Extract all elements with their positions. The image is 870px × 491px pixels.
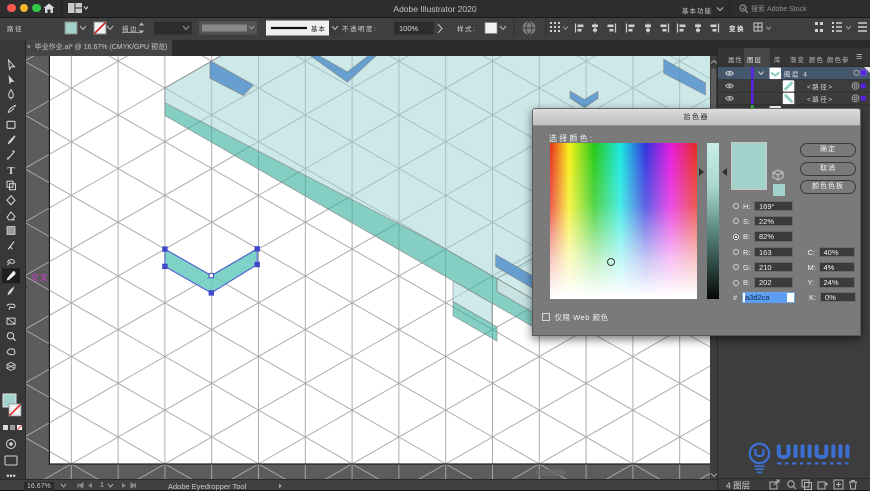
svg-text:描边:: 描边: <box>122 24 141 33</box>
svg-text:基本: 基本 <box>311 24 326 33</box>
svg-text:<路径>: <路径> <box>807 82 834 91</box>
svg-text:T: T <box>7 165 15 177</box>
svg-text:路径: 路径 <box>7 24 23 33</box>
svg-text:100%: 100% <box>399 24 419 33</box>
svg-text:4 图层: 4 图层 <box>726 481 750 491</box>
svg-text:变换: 变换 <box>729 24 745 33</box>
svg-text:图层 4: 图层 4 <box>784 71 808 79</box>
svg-text:样式:: 样式: <box>457 24 476 33</box>
svg-text:交叉: 交叉 <box>31 272 49 282</box>
svg-text:不透明度:: 不透明度: <box>342 24 377 33</box>
svg-text:<路径>: <路径> <box>807 95 834 104</box>
